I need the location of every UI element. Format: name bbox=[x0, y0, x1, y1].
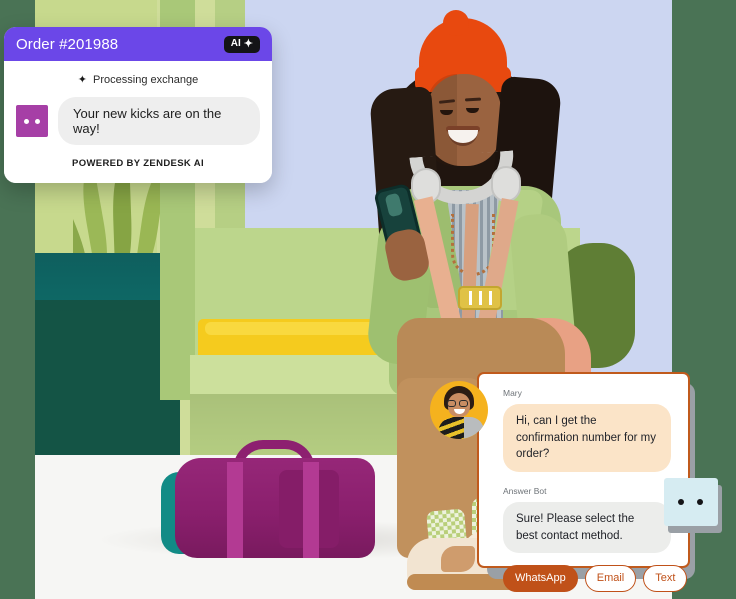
duffel-strap-left bbox=[227, 462, 243, 558]
bot-face-tile bbox=[664, 478, 718, 526]
avatar-glasses-left bbox=[447, 400, 456, 407]
beanie-top bbox=[443, 10, 469, 36]
user-avatar bbox=[430, 381, 488, 439]
order-message-bubble: Your new kicks are on the way! bbox=[58, 97, 260, 145]
earcup-right bbox=[491, 166, 521, 202]
chat-bot-message: Sure! Please select the best contact met… bbox=[503, 502, 671, 554]
sparkle-icon: ✦ bbox=[77, 74, 88, 86]
planter-shadow bbox=[35, 300, 180, 460]
buckle-prong-1 bbox=[469, 291, 472, 305]
sparkle-icon: ✦ bbox=[243, 37, 253, 50]
processing-status: ✦ Processing exchange bbox=[16, 73, 260, 87]
powered-by-label: POWERED BY ZENDESK AI bbox=[72, 158, 204, 169]
avatar-glasses-right bbox=[459, 400, 468, 407]
duffel-bag bbox=[175, 458, 375, 558]
processing-label: Processing exchange bbox=[93, 73, 199, 86]
ai-badge[interactable]: AI ✦ bbox=[223, 35, 260, 53]
chat-user-message: Hi, can I get the confirmation number fo… bbox=[503, 404, 671, 473]
bot-tile-eye-left bbox=[678, 499, 684, 505]
avatar-torso-sleeve bbox=[464, 417, 484, 439]
order-title: Order #201988 bbox=[16, 35, 119, 53]
buckle-prong-2 bbox=[479, 291, 482, 305]
order-message-row: Your new kicks are on the way! bbox=[16, 97, 260, 145]
chat-quick-replies: WhatsApp Email Text bbox=[503, 565, 688, 592]
order-card-header: Order #201988 AI ✦ bbox=[4, 27, 272, 61]
bot-tile-eye-right bbox=[697, 499, 703, 505]
text-button[interactable]: Text bbox=[643, 565, 688, 592]
chat-bot-name: Answer Bot bbox=[503, 486, 547, 497]
sneaker-overlay bbox=[441, 546, 475, 572]
composite-stage: Order #201988 AI ✦ ✦ Processing exchange… bbox=[0, 0, 736, 599]
bot-eye-right bbox=[35, 119, 40, 124]
buckle-prong-3 bbox=[489, 291, 492, 305]
bot-face-icon bbox=[16, 105, 48, 137]
ai-badge-label: AI bbox=[230, 38, 241, 49]
chat-conversation-card: Mary Hi, can I get the confirmation numb… bbox=[477, 372, 690, 592]
bot-eye-left bbox=[24, 119, 29, 124]
email-button[interactable]: Email bbox=[584, 565, 637, 592]
chat-user-name: Mary bbox=[503, 388, 522, 398]
order-status-card: Order #201988 AI ✦ ✦ Processing exchange… bbox=[4, 27, 272, 183]
order-card-body: ✦ Processing exchange Your new kicks are… bbox=[4, 61, 272, 183]
whatsapp-button[interactable]: WhatsApp bbox=[503, 565, 578, 592]
duffel-strap-right bbox=[303, 462, 319, 558]
